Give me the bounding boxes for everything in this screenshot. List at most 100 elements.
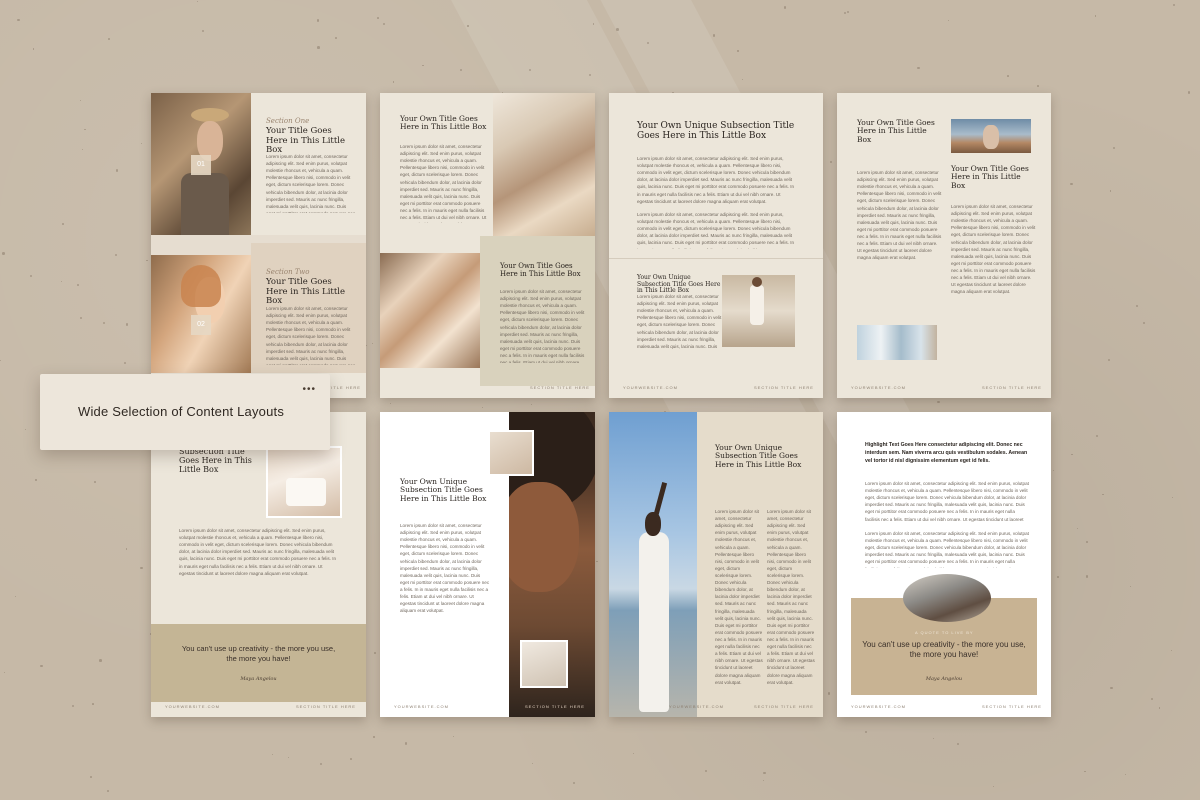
footer-website: YOURWEBSITE.COM xyxy=(669,704,724,709)
paper-speck xyxy=(2,251,5,255)
body-text: Lorem ipsum dolor sit amet, consectetur … xyxy=(767,509,815,685)
paper-speck xyxy=(704,769,707,773)
more-dots-icon: ••• xyxy=(302,384,316,395)
paper-speck xyxy=(937,400,940,403)
footer-website: YOURWEBSITE.COM xyxy=(851,704,906,709)
section-number-1: 01 xyxy=(191,155,211,175)
body-text: Lorem ipsum dolor sit amet, consectetur … xyxy=(715,509,763,685)
paper-speck xyxy=(76,283,79,286)
page-title-2: Your Own Title Goes Here in This Little … xyxy=(500,262,581,278)
layout-page-7: Your Own Unique Subsection Title Goes He… xyxy=(609,412,823,717)
paper-speck xyxy=(1057,576,1059,578)
quote-text: You can't use up creativity - the more y… xyxy=(181,644,336,663)
paper-speck xyxy=(81,148,84,150)
paper-speck xyxy=(108,38,110,40)
body-text: Lorem ipsum dolor sit amet, consectetur … xyxy=(857,170,942,261)
paper-speck xyxy=(84,128,86,131)
photo-silk-2 xyxy=(380,253,480,368)
paper-speck xyxy=(93,481,96,484)
photo-woman-field xyxy=(951,119,1031,153)
layout-page-4: Your Own Title Goes Here in This Little … xyxy=(837,93,1051,398)
paper-speck xyxy=(62,223,65,225)
layout-page-3: Your Own Unique Subsection Title Goes He… xyxy=(609,93,823,398)
photo-hands xyxy=(266,446,342,518)
footer-website: YOURWEBSITE.COM xyxy=(394,704,449,709)
photo-silk xyxy=(493,93,595,236)
paper-speck xyxy=(1085,575,1088,578)
body-text: Lorem ipsum dolor sit amet, consectetur … xyxy=(865,481,1029,522)
paper-speck xyxy=(616,28,619,31)
paper-speck xyxy=(114,253,117,256)
paper-speck xyxy=(349,758,352,760)
paper-speck xyxy=(917,66,920,69)
paper-speck xyxy=(374,651,376,654)
section-number-2: 02 xyxy=(191,315,211,335)
body-text: Lorem ipsum dolor sit amet, consectetur … xyxy=(266,306,355,365)
page-title-1: Your Own Title Goes Here in This Little … xyxy=(400,114,487,132)
paper-speck xyxy=(1151,697,1154,700)
body-text: Lorem ipsum dolor sit amet, consectetur … xyxy=(500,289,585,363)
footer-website: YOURWEBSITE.COM xyxy=(623,385,678,390)
photo-woman-profile xyxy=(151,255,251,373)
paper-speck xyxy=(99,659,102,662)
paper-speck xyxy=(125,548,128,550)
paper-speck xyxy=(3,671,5,673)
paper-speck xyxy=(827,692,831,695)
feature-callout: ••• Wide Selection of Content Layouts xyxy=(40,374,330,450)
paper-speck xyxy=(125,323,129,326)
page-title: Subsection Title Goes Here in This Littl… xyxy=(179,447,252,474)
callout-title: Wide Selection of Content Layouts xyxy=(78,404,285,419)
photo-woman-oval xyxy=(903,574,991,622)
body-text: Lorem ipsum dolor sit amet, consectetur … xyxy=(266,154,355,213)
paper-speck xyxy=(572,781,576,785)
body-text: Lorem ipsum dolor sit amet, consectetur … xyxy=(400,523,490,614)
photo-woman-beach xyxy=(722,275,795,347)
paper-speck xyxy=(592,23,594,25)
layout-page-1: 01 02 Section One Your Title Goes Here i… xyxy=(151,93,366,398)
quote-text: You can't use up creativity - the more y… xyxy=(862,640,1026,660)
photo-woman-hat-small xyxy=(520,640,568,688)
paper-speck xyxy=(763,779,765,781)
paper-speck xyxy=(1109,190,1111,192)
body-text: Lorem ipsum dolor sit amet, consectetur … xyxy=(865,531,1029,568)
paper-speck xyxy=(16,18,20,22)
paper-speck xyxy=(737,50,739,52)
paper-speck xyxy=(467,25,469,27)
photo-woman-sea xyxy=(609,412,697,717)
body-text: Lorem ipsum dolor sit amet, consectetur … xyxy=(400,144,487,223)
footer-section: SECTION TITLE HERE xyxy=(754,704,814,709)
section-label-1: Section One xyxy=(266,117,310,125)
paper-speck xyxy=(40,664,43,668)
page-title-1: Your Own Title Goes Here in This Little … xyxy=(857,118,935,144)
paper-speck xyxy=(373,736,375,738)
quote-kicker: A QUOTE TO LIVE BY xyxy=(915,630,974,635)
footer-section: SECTION TITLE HERE xyxy=(530,385,590,390)
layout-page-6: Your Own Unique Subsection Title Goes He… xyxy=(380,412,595,717)
paper-speck xyxy=(29,274,32,277)
footer-section: SECTION TITLE HERE xyxy=(296,704,356,709)
footer-website: YOURWEBSITE.COM xyxy=(851,385,906,390)
footer-section: SECTION TITLE HERE xyxy=(525,704,585,709)
paper-speck xyxy=(35,479,37,481)
body-text: Lorem ipsum dolor sit amet, consectetur … xyxy=(637,212,795,249)
layout-page-5: Subsection Title Goes Here in This Littl… xyxy=(151,412,366,717)
footer-section: SECTION TITLE HERE xyxy=(754,385,814,390)
body-text: Lorem ipsum dolor sit amet, consectetur … xyxy=(179,528,337,576)
body-text: Lorem ipsum dolor sit amet, consectetur … xyxy=(951,204,1036,295)
footer-section: SECTION TITLE HERE xyxy=(982,704,1042,709)
paper-speck xyxy=(123,361,126,364)
paper-speck xyxy=(1187,91,1190,94)
section-label-2: Section Two xyxy=(266,268,310,276)
body-text: Lorem ipsum dolor sit amet, consectetur … xyxy=(637,294,722,351)
paper-speck xyxy=(92,703,94,705)
body-text: Lorem ipsum dolor sit amet, consectetur … xyxy=(637,156,795,204)
paper-speck xyxy=(317,46,320,49)
page-title: Your Own Unique Subsection Title Goes He… xyxy=(400,477,487,503)
page-title: Your Own Unique Subsection Title Goes He… xyxy=(637,121,795,142)
footer-website: YOURWEBSITE.COM xyxy=(165,704,220,709)
page-title: Your Own Unique Subsection Title Goes He… xyxy=(715,443,802,469)
paper-speck xyxy=(1110,686,1113,690)
layout-page-8: Highlight Text Goes Here consectetur adi… xyxy=(837,412,1051,717)
page-title-2: Your Own Title Goes Here in This Little … xyxy=(951,164,1029,190)
photo-strip xyxy=(857,325,937,360)
